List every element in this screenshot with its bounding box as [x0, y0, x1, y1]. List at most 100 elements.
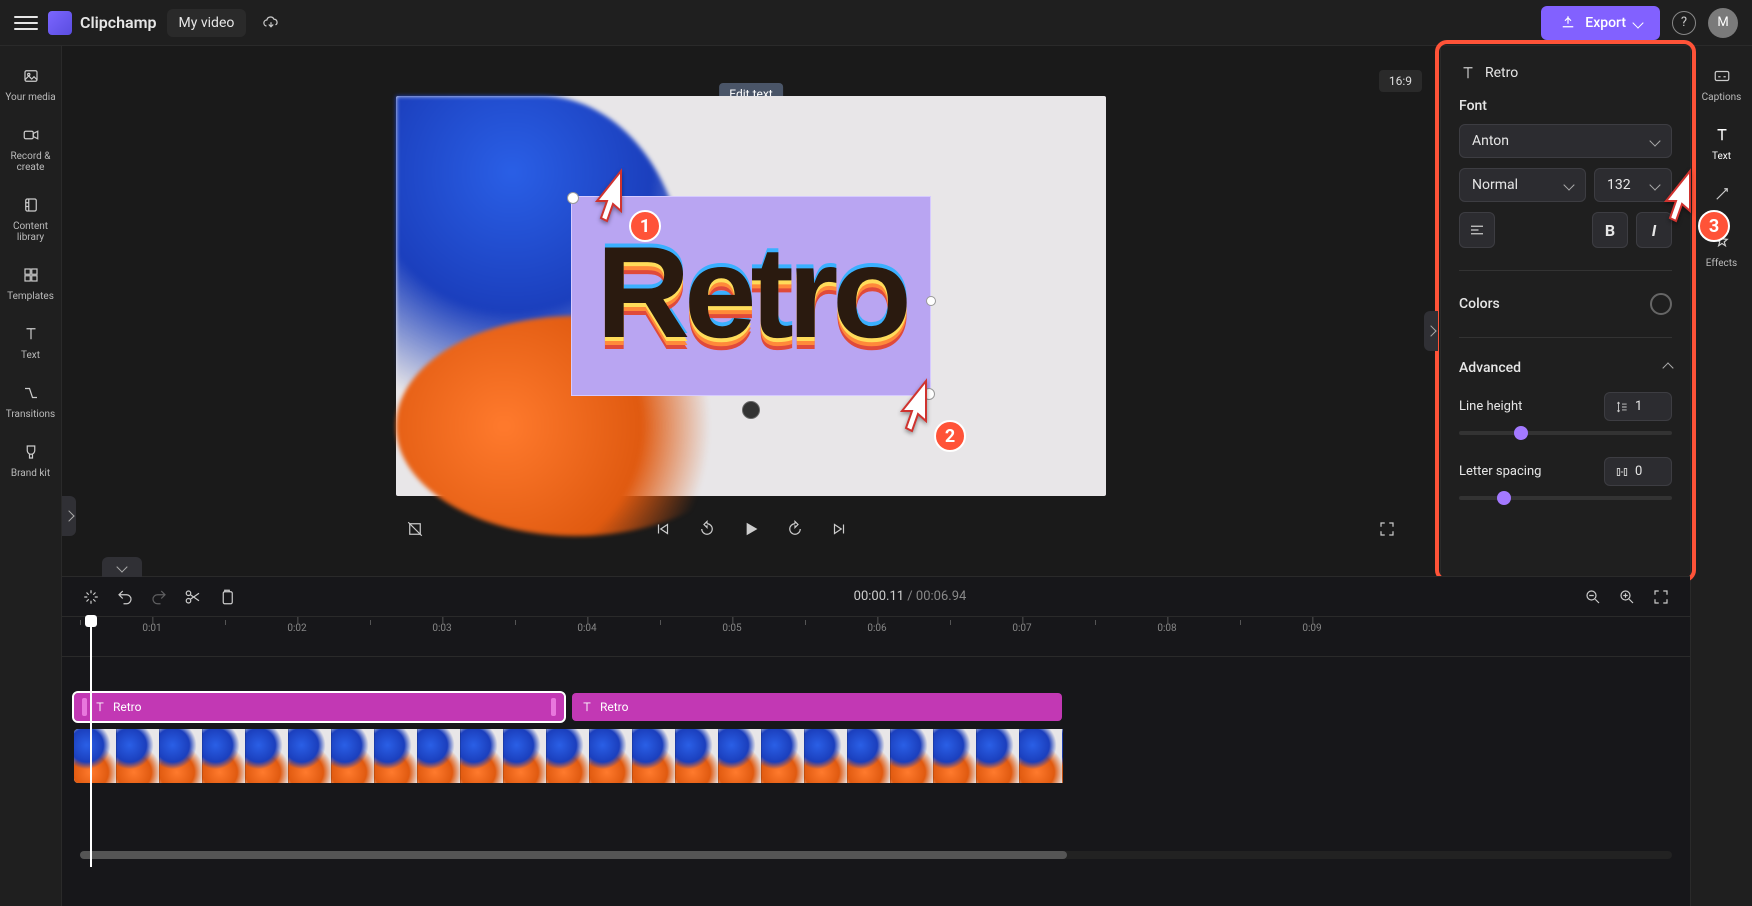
topbar-left: Clipchamp My video — [14, 9, 280, 37]
timeline-expand-button[interactable] — [102, 557, 142, 577]
letter-spacing-input[interactable]: 0 — [1604, 457, 1672, 486]
undo-button[interactable] — [114, 586, 136, 608]
ruler-tick: 0:01 — [142, 623, 161, 634]
sidebar-item-brand-kit[interactable]: Brand kit — [0, 430, 61, 489]
timeline-tracks[interactable]: Retro Retro — [62, 657, 1690, 867]
zoom-in-button[interactable] — [1616, 586, 1638, 608]
collapse-right-panel-button[interactable] — [1424, 311, 1438, 351]
text-align-button[interactable] — [1459, 212, 1495, 248]
brandkit-icon — [22, 443, 40, 461]
slider-thumb[interactable] — [1514, 426, 1528, 440]
sidebar-item-transitions[interactable]: Transitions — [0, 371, 61, 430]
clip-handle-right[interactable] — [551, 698, 556, 716]
library-icon — [22, 196, 40, 214]
current-time: 00:00.11 — [854, 589, 904, 604]
sidebar-item-record[interactable]: Record & create — [0, 113, 61, 183]
sidebar-item-captions[interactable]: Captions — [1691, 54, 1752, 113]
sidebar-item-label: Content library — [4, 221, 57, 243]
chevron-right-icon — [1425, 325, 1436, 336]
chevron-down-icon — [1563, 179, 1574, 190]
sidebar-item-templates[interactable]: Templates — [0, 253, 61, 312]
skip-forward-button[interactable] — [826, 516, 852, 542]
color-swatch-button[interactable] — [1650, 293, 1672, 315]
timeline: 00:00.11 / 00:06.94 0:010:020:030:040:05… — [62, 576, 1690, 906]
forward-button[interactable] — [782, 516, 808, 542]
line-height-slider[interactable] — [1459, 431, 1672, 435]
font-family-select-panel[interactable]: Anton — [1459, 124, 1672, 158]
transitions-icon — [22, 384, 40, 402]
bold-button[interactable]: B — [1592, 212, 1628, 248]
sidebar-item-text-props[interactable]: Text — [1691, 113, 1752, 172]
text-clip-1[interactable]: Retro — [74, 693, 564, 721]
split-button[interactable] — [182, 586, 204, 608]
clip-label: Retro — [600, 700, 628, 714]
sidebar-item-label: Captions — [1702, 92, 1742, 103]
skip-back-button[interactable] — [650, 516, 676, 542]
chevron-up-icon — [1662, 362, 1673, 373]
rewind-button[interactable] — [694, 516, 720, 542]
divider — [1459, 337, 1672, 338]
colors-label: Colors — [1459, 296, 1500, 312]
rotate-handle[interactable] — [742, 401, 760, 419]
letter-spacing-icon — [1615, 465, 1629, 479]
line-height-input[interactable]: 1 — [1604, 392, 1672, 421]
letter-spacing-slider[interactable] — [1459, 496, 1672, 500]
ruler-tick: 0:09 — [1302, 623, 1321, 634]
font-size-value: 132 — [1607, 177, 1631, 193]
fullscreen-button[interactable] — [1374, 516, 1400, 542]
rewind-icon — [698, 520, 716, 538]
zoom-out-button[interactable] — [1582, 586, 1604, 608]
redo-button[interactable] — [148, 586, 170, 608]
export-button[interactable]: Export — [1541, 6, 1660, 40]
resize-handle[interactable] — [926, 296, 936, 306]
tutorial-pointer-1: 1 — [591, 166, 651, 236]
scissors-icon — [184, 588, 202, 606]
record-icon — [22, 126, 40, 144]
panel-header: Retro — [1459, 64, 1672, 82]
skip-back-icon — [654, 520, 672, 538]
zoom-fit-button[interactable] — [1650, 586, 1672, 608]
pointer-number: 2 — [934, 420, 966, 452]
scrollbar-thumb[interactable] — [80, 851, 1067, 859]
play-button[interactable] — [738, 516, 764, 542]
font-weight-value: Normal — [1472, 177, 1518, 193]
sidebar-item-text[interactable]: Text — [0, 312, 61, 371]
export-label: Export — [1585, 15, 1626, 31]
sidebar-item-your-media[interactable]: Your media — [0, 54, 61, 113]
chevron-down-icon — [1649, 135, 1660, 146]
toggle-safe-zones-button[interactable] — [402, 516, 428, 542]
playhead[interactable] — [90, 617, 92, 867]
line-height-label: Line height — [1459, 399, 1522, 414]
brand-logo[interactable]: Clipchamp — [48, 11, 157, 35]
avatar[interactable]: M — [1708, 8, 1738, 38]
skip-forward-icon — [830, 520, 848, 538]
video-clip[interactable] — [74, 729, 1074, 783]
aspect-ratio-selector[interactable]: 16:9 — [1379, 70, 1422, 92]
project-name-input[interactable]: My video — [167, 9, 247, 37]
preview-canvas[interactable]: Retro — [396, 96, 1106, 496]
advanced-section-toggle[interactable]: Advanced — [1459, 360, 1672, 376]
total-time: 00:06.94 — [916, 589, 966, 604]
templates-icon — [22, 266, 40, 284]
text-clip-2[interactable]: Retro — [572, 693, 1062, 721]
clip-handle-left[interactable] — [82, 698, 87, 716]
pointer-number: 1 — [629, 210, 661, 242]
slider-thumb[interactable] — [1497, 491, 1511, 505]
text-content[interactable]: Retro — [572, 217, 930, 367]
copy-button[interactable] — [216, 586, 238, 608]
ruler-tick: 0:05 — [722, 623, 741, 634]
timeline-scrollbar[interactable] — [80, 851, 1672, 859]
menu-button[interactable] — [14, 11, 38, 35]
divider — [1459, 270, 1672, 271]
text-icon — [93, 700, 107, 714]
sidebar-item-label: Templates — [7, 291, 54, 302]
font-weight-select[interactable]: Normal — [1459, 168, 1586, 202]
magic-button[interactable] — [80, 586, 102, 608]
sidebar-item-label: Your media — [5, 92, 55, 103]
font-family-value: Anton — [1472, 133, 1509, 149]
text-icon — [22, 325, 40, 343]
sidebar-item-label: Text — [21, 350, 40, 361]
help-button[interactable]: ? — [1672, 11, 1696, 35]
timeline-ruler[interactable]: 0:010:020:030:040:050:060:070:080:09 — [62, 617, 1690, 657]
sidebar-item-content-library[interactable]: Content library — [0, 183, 61, 253]
